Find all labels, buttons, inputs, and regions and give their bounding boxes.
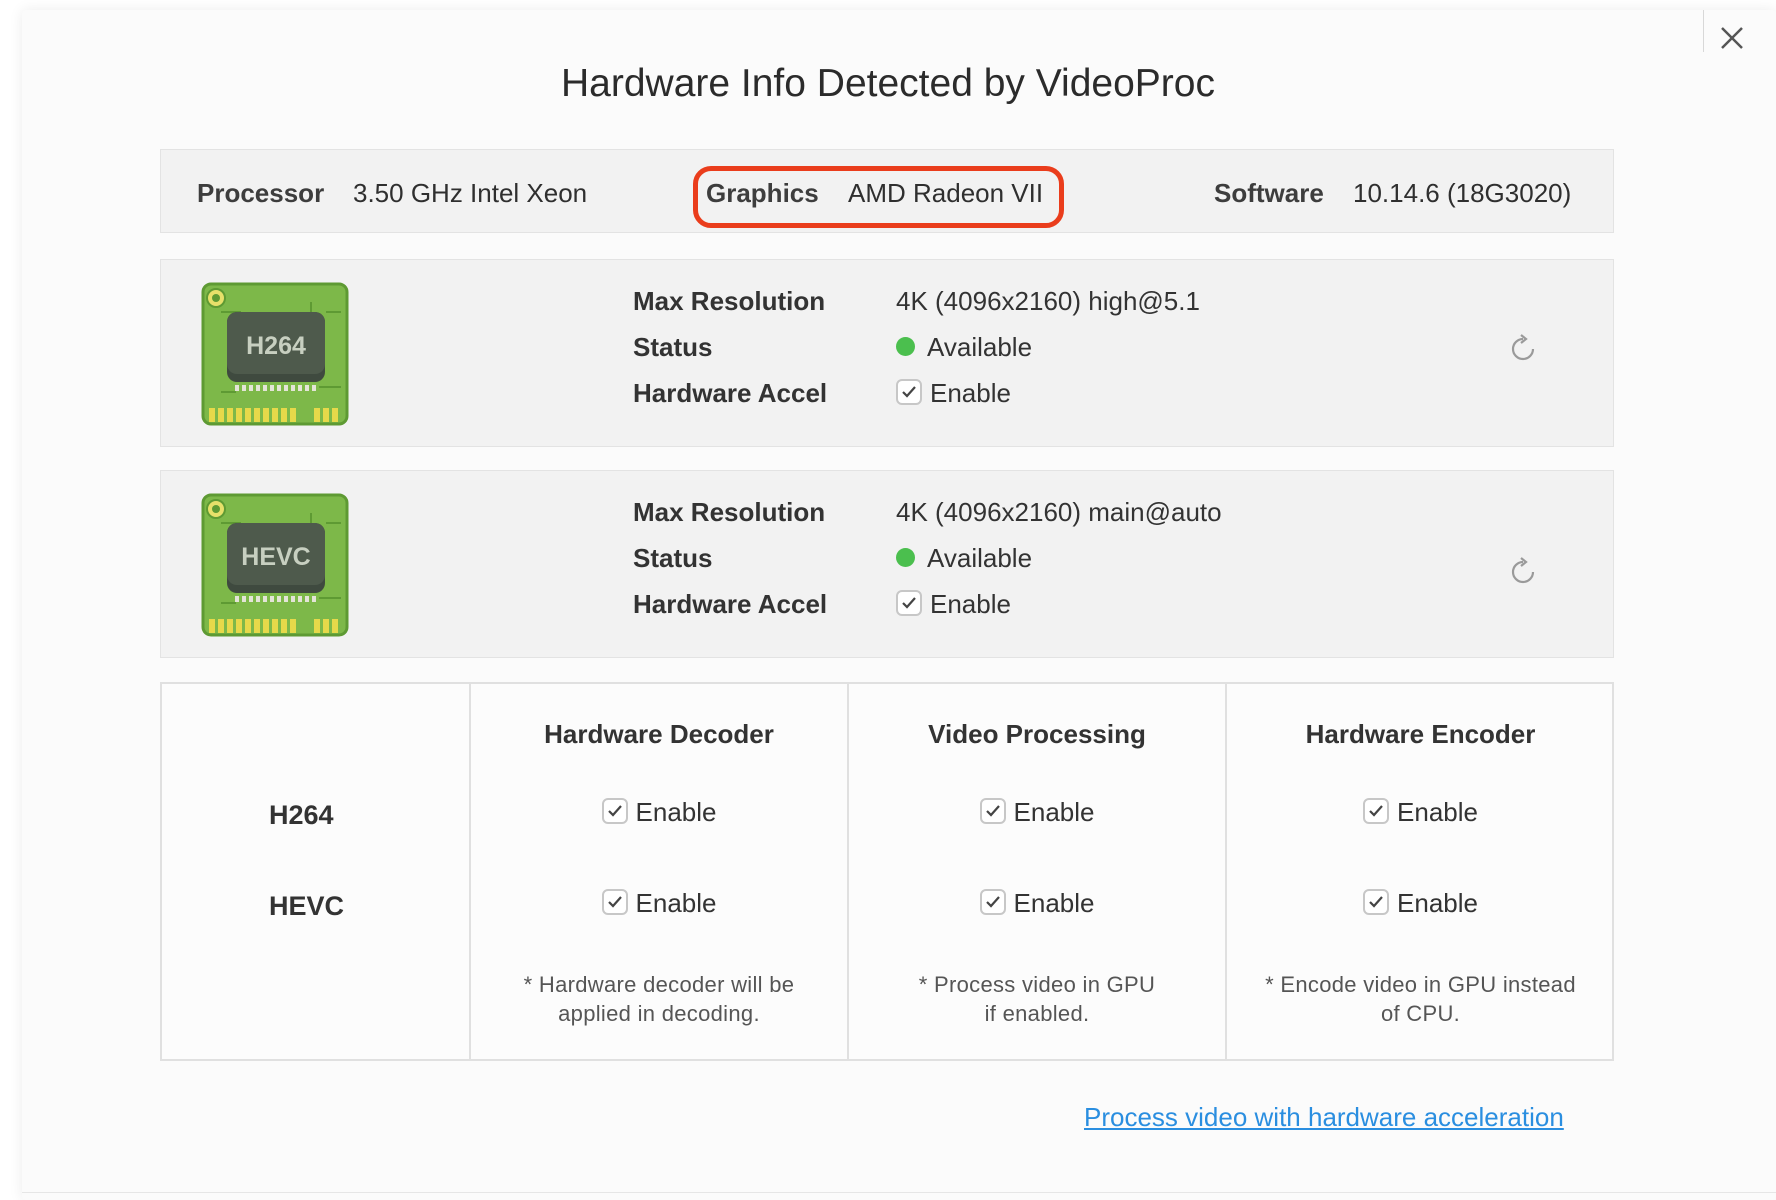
divider [1703, 10, 1704, 52]
checkbox-label: Enable [1397, 888, 1478, 918]
checkbox-icon[interactable] [601, 798, 628, 825]
close-icon[interactable] [1712, 18, 1752, 58]
max-resolution-value: 4K (4096x2160) main@auto [896, 497, 1222, 527]
row-label-h264: H264 [269, 800, 334, 830]
graphics-label: Graphics [706, 178, 819, 208]
note-line: * Hardware decoder will be [523, 972, 795, 997]
chip-icon: H264 [201, 282, 349, 426]
decoder-note: * Hardware decoder will be applied in de… [471, 970, 847, 1028]
checkbox-label: Enable [1013, 888, 1095, 918]
hardware-acceleration-link[interactable]: Process video with hardware acceleration [1084, 1102, 1564, 1133]
header-hardware-decoder: Hardware Decoder [544, 719, 774, 749]
graphics-value: AMD Radeon VII [848, 178, 1044, 208]
checkbox-label: Enable [930, 378, 1011, 408]
row-label-hevc: HEVC [269, 891, 345, 921]
checkbox-icon[interactable] [979, 889, 1006, 916]
checkbox-label: Enable [1397, 797, 1478, 827]
status-value-wrap: Available [896, 332, 1032, 363]
chip-label: H264 [246, 332, 306, 360]
header-video-processing: Video Processing [928, 719, 1146, 749]
hardware-accel-checkbox[interactable]: Enable [896, 589, 1011, 620]
note-line: * Encode video in GPU instead [1265, 972, 1576, 997]
checkbox-label: Enable [1013, 797, 1095, 827]
codec-card-h264: H264 Max Resolution 4K (4096x2160) high@… [160, 259, 1614, 447]
note-line: if enabled. [984, 1001, 1090, 1026]
h264-processing-checkbox[interactable]: Enable [849, 797, 1225, 828]
divider [22, 1192, 1776, 1193]
h264-encoder-checkbox[interactable]: Enable [1227, 797, 1614, 828]
chip-icon: HEVC [201, 493, 349, 637]
note-line: * Process video in GPU [918, 972, 1156, 997]
software-label: Software [1214, 178, 1324, 208]
status-value: Available [927, 332, 1033, 362]
status-label: Status [633, 543, 713, 573]
status-value-wrap: Available [896, 543, 1032, 574]
status-dot-icon [896, 336, 915, 356]
refresh-icon[interactable] [1506, 555, 1540, 589]
software-value: 10.14.6 (18G3020) [1353, 178, 1572, 208]
processing-note: * Process video in GPU if enabled. [849, 970, 1225, 1028]
checkbox-label: Enable [635, 797, 717, 827]
checkbox-icon[interactable] [896, 379, 922, 406]
checkbox-icon[interactable] [1363, 889, 1390, 916]
chip-label: HEVC [241, 543, 310, 571]
status-dot-icon [896, 547, 915, 567]
system-info-bar: Processor 3.50 GHz Intel Xeon Graphics A… [160, 149, 1614, 233]
refresh-icon[interactable] [1506, 332, 1540, 366]
hardware-accel-label: Hardware Accel [633, 589, 828, 619]
encoder-note: * Encode video in GPU instead of CPU. [1227, 970, 1614, 1028]
processor-label: Processor [197, 178, 325, 208]
codec-card-hevc: HEVC Max Resolution 4K (4096x2160) main@… [160, 470, 1614, 658]
note-line: of CPU. [1380, 1001, 1461, 1026]
status-value: Available [927, 543, 1033, 573]
max-resolution-value: 4K (4096x2160) high@5.1 [896, 286, 1200, 316]
hardware-accel-checkbox[interactable]: Enable [896, 378, 1011, 409]
processor-value: 3.50 GHz Intel Xeon [353, 178, 588, 208]
note-line: applied in decoding. [558, 1001, 760, 1026]
max-resolution-label: Max Resolution [633, 497, 826, 527]
hevc-encoder-checkbox[interactable]: Enable [1227, 888, 1614, 919]
h264-decoder-checkbox[interactable]: Enable [471, 797, 847, 828]
checkbox-icon[interactable] [601, 889, 628, 916]
checkbox-icon[interactable] [979, 798, 1006, 825]
hardware-accel-label: Hardware Accel [633, 378, 828, 408]
max-resolution-label: Max Resolution [633, 286, 826, 316]
dialog-title: Hardware Info Detected by VideoProc [561, 62, 1215, 105]
checkbox-icon[interactable] [1363, 798, 1390, 825]
acceleration-table: Hardware Decoder Video Processing Hardwa… [160, 682, 1614, 1061]
status-label: Status [633, 332, 713, 362]
hevc-decoder-checkbox[interactable]: Enable [471, 888, 847, 919]
checkbox-label: Enable [635, 888, 717, 918]
checkbox-icon[interactable] [896, 590, 922, 617]
hevc-processing-checkbox[interactable]: Enable [849, 888, 1225, 919]
checkbox-label: Enable [930, 589, 1011, 619]
header-hardware-encoder: Hardware Encoder [1305, 719, 1536, 749]
